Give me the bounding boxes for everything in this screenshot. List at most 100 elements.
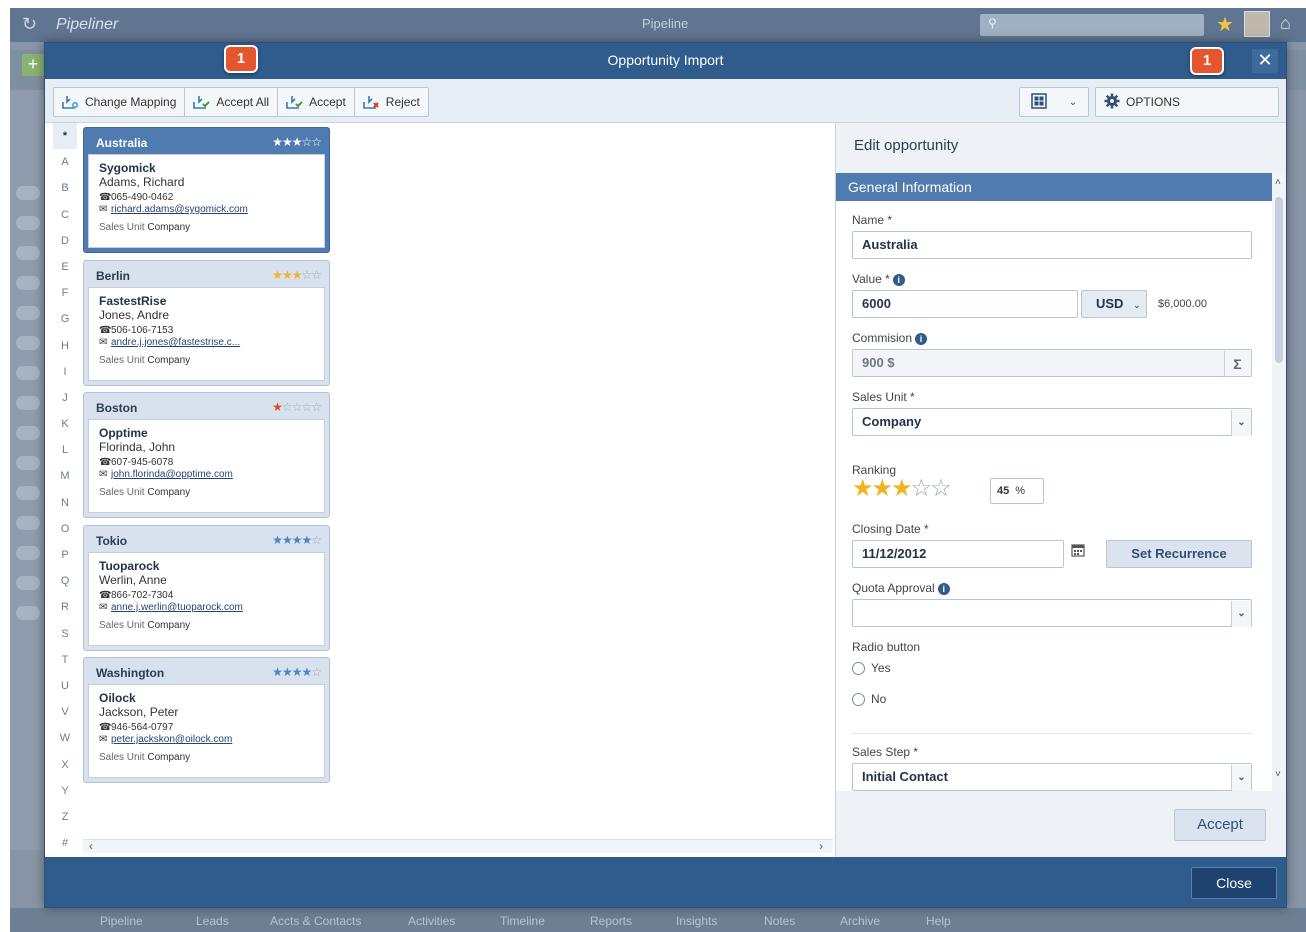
info-icon[interactable]: i — [915, 332, 928, 345]
nav-archive[interactable]: Archive — [840, 914, 880, 928]
alphabet-letter[interactable]: Q — [53, 568, 77, 594]
alphabet-letter[interactable]: L — [53, 437, 77, 463]
alphabet-letter[interactable]: V — [53, 699, 77, 725]
alphabet-letter[interactable]: O — [53, 516, 77, 542]
scroll-down-icon[interactable]: ˅ — [1275, 769, 1281, 780]
nav-timeline[interactable]: Timeline — [500, 914, 545, 928]
list-item[interactable] — [16, 576, 40, 590]
set-recurrence-button[interactable]: Set Recurrence — [1106, 540, 1252, 568]
list-item[interactable] — [16, 396, 40, 410]
opportunity-card[interactable]: Boston ★☆☆☆☆ Opptime Florinda, John ☎607-945… — [83, 392, 330, 518]
alphabet-letter[interactable]: N — [53, 490, 77, 516]
sales-unit-select[interactable]: Company ⌄ — [852, 408, 1252, 436]
change-mapping-button[interactable]: Change Mapping — [54, 88, 186, 116]
alphabet-letter[interactable]: U — [53, 673, 77, 699]
add-icon[interactable]: + — [22, 54, 44, 76]
close-button[interactable]: Close — [1191, 867, 1277, 899]
home-icon[interactable]: ⌂ — [1280, 13, 1306, 35]
opportunity-card[interactable]: Australia ★★★☆☆ Sygomick Adams, Richard ☎065… — [83, 127, 330, 253]
opportunity-card[interactable]: Washington ★★★★☆ Oilock Jackson, Peter ☎946-… — [83, 657, 330, 783]
list-item[interactable] — [16, 456, 40, 470]
nav-help[interactable]: Help — [926, 914, 951, 928]
nav-pipeline[interactable]: Pipeline — [100, 914, 143, 928]
list-item[interactable] — [16, 426, 40, 440]
nav-notes[interactable]: Notes — [764, 914, 795, 928]
list-item[interactable] — [16, 366, 40, 380]
alphabet-letter[interactable]: * — [53, 123, 77, 150]
name-field[interactable]: Australia — [852, 231, 1252, 259]
refresh-icon[interactable]: ↻ — [22, 14, 37, 35]
sales-step-select[interactable]: Initial Contact ⌄ — [852, 763, 1252, 791]
accept-button[interactable]: Accept — [278, 88, 355, 116]
currency-select[interactable]: USD ⌄ — [1081, 290, 1147, 318]
closing-date-field[interactable]: 11/12/2012 — [852, 540, 1064, 568]
alphabet-letter[interactable]: # — [53, 830, 77, 856]
alphabet-letter[interactable]: K — [53, 411, 77, 437]
favorite-star-icon[interactable]: ★ — [1216, 12, 1234, 37]
alphabet-letter[interactable]: P — [53, 542, 77, 568]
view-switch-dropdown[interactable]: ⌄ — [1019, 87, 1089, 117]
alphabet-letter[interactable]: S — [53, 621, 77, 647]
alphabet-letter[interactable]: B — [53, 175, 77, 201]
card-email-link[interactable]: peter.jackskon@oilock.com — [111, 734, 232, 745]
info-icon[interactable]: i — [937, 582, 950, 595]
close-icon[interactable]: ✕ — [1252, 49, 1278, 73]
section-general-information[interactable]: General Information — [836, 173, 1272, 201]
list-item[interactable] — [16, 336, 40, 350]
list-item[interactable] — [16, 246, 40, 260]
radio-yes[interactable]: Yes — [852, 661, 891, 676]
accept-opportunity-button[interactable]: Accept — [1174, 809, 1266, 841]
radio-no[interactable]: No — [852, 692, 886, 707]
alphabet-letter[interactable]: R — [53, 594, 77, 620]
scroll-right-icon[interactable]: › — [819, 839, 823, 853]
quota-approval-select[interactable]: ⌄ — [852, 599, 1252, 627]
nav-reports[interactable]: Reports — [590, 914, 632, 928]
accept-all-button[interactable]: Accept All — [185, 88, 279, 116]
alphabet-letter[interactable]: X — [53, 752, 77, 778]
ranking-star-icon[interactable]: ☆ — [911, 475, 932, 502]
nav-accts-contacts[interactable]: Accts & Contacts — [270, 914, 361, 928]
list-item[interactable] — [16, 546, 40, 560]
nav-leads[interactable]: Leads — [196, 914, 229, 928]
calendar-icon[interactable] — [1066, 540, 1090, 568]
alphabet-letter[interactable]: I — [53, 359, 77, 385]
alphabet-letter[interactable]: A — [53, 149, 77, 175]
card-email-link[interactable]: richard.adams@sygomick.com — [111, 204, 248, 215]
scroll-up-icon[interactable]: ˄ — [1275, 177, 1281, 188]
options-button[interactable]: OPTIONS — [1095, 87, 1279, 117]
alphabet-letter[interactable]: T — [53, 647, 77, 673]
alphabet-letter[interactable]: H — [53, 333, 77, 359]
list-item[interactable] — [16, 216, 40, 230]
list-item[interactable] — [16, 186, 40, 200]
ranking-star-icon[interactable]: ★ — [891, 475, 912, 502]
scrollbar-thumb[interactable] — [1275, 197, 1283, 363]
list-item[interactable] — [16, 486, 40, 500]
ranking-star-icon[interactable]: ☆ — [930, 475, 951, 502]
nav-activities[interactable]: Activities — [408, 914, 455, 928]
ranking-percent-field[interactable]: 45% — [990, 478, 1044, 504]
scroll-left-icon[interactable]: ‹ — [89, 839, 93, 853]
vertical-scrollbar[interactable]: ˄ ˅ — [1272, 173, 1286, 791]
nav-insights[interactable]: Insights — [676, 914, 717, 928]
alphabet-letter[interactable]: C — [53, 202, 77, 228]
alphabet-letter[interactable]: G — [53, 306, 77, 332]
horizontal-scrollbar[interactable]: ‹ › — [83, 839, 833, 853]
alphabet-letter[interactable]: E — [53, 254, 77, 280]
alphabet-letter[interactable]: Z — [53, 804, 77, 830]
opportunity-card[interactable]: Berlin ★★★☆☆ FastestRise Jones, Andre ☎506-1… — [83, 260, 330, 386]
list-item[interactable] — [16, 516, 40, 530]
alphabet-letter[interactable]: D — [53, 228, 77, 254]
list-item[interactable] — [16, 306, 40, 320]
ranking-star-icon[interactable]: ★ — [872, 475, 893, 502]
alphabet-letter[interactable]: M — [53, 463, 77, 489]
reject-button[interactable]: Reject — [355, 88, 428, 116]
opportunity-card[interactable]: Tokio ★★★★☆ Tuoparock Werlin, Anne ☎866-702-… — [83, 525, 330, 651]
ranking-stars[interactable]: ★★★☆☆ — [852, 474, 952, 503]
value-field[interactable]: 6000 — [852, 290, 1078, 318]
alphabet-letter[interactable]: F — [53, 280, 77, 306]
card-email-link[interactable]: john.florinda@opptime.com — [111, 469, 233, 480]
list-item[interactable] — [16, 276, 40, 290]
app-search-input[interactable]: ⚲ — [980, 14, 1204, 36]
alphabet-letter[interactable]: W — [53, 725, 77, 751]
alphabet-letter[interactable]: Y — [53, 778, 77, 804]
